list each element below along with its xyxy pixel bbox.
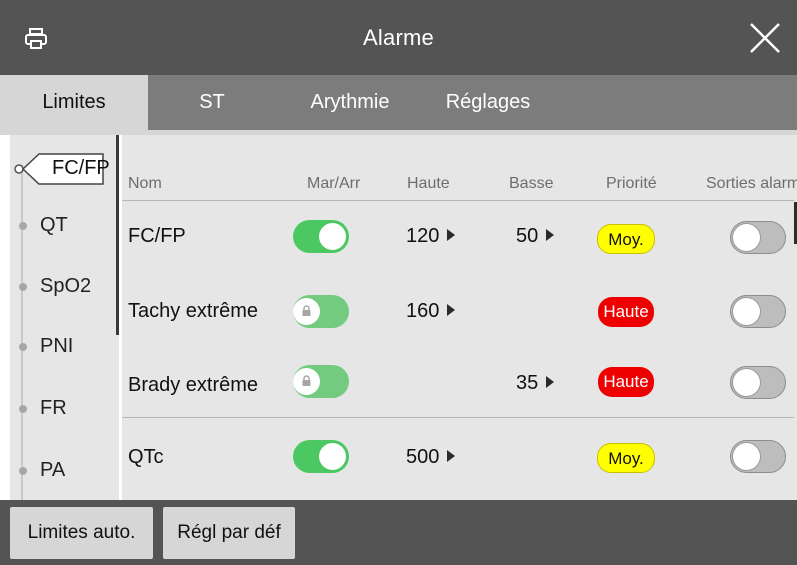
toggle-knob xyxy=(319,223,346,250)
lock-icon xyxy=(302,305,311,316)
onoff-toggle-locked[interactable] xyxy=(293,365,349,398)
sidebar-item-label: PA xyxy=(40,459,66,481)
sidebar-item-fc-fp[interactable]: FC/FP xyxy=(10,145,116,189)
column-header-name: Nom xyxy=(128,175,162,192)
sidebar-item-pa[interactable]: PA xyxy=(10,450,116,494)
priority-badge[interactable]: Haute xyxy=(598,297,654,327)
tab-limites[interactable]: Limites xyxy=(0,75,148,130)
toggle-knob xyxy=(293,368,320,395)
low-limit-value[interactable]: 35 xyxy=(516,372,555,395)
row-name: FC/FP xyxy=(128,225,186,247)
toggle-knob xyxy=(319,443,346,470)
sidebar-item-label: QT xyxy=(40,214,68,236)
column-header-onoff: Mar/Arr xyxy=(307,175,361,192)
sidebar-item-label: PNI xyxy=(40,335,74,357)
sidebar-item-spo2[interactable]: SpO2 xyxy=(10,266,116,310)
tab-bar: Limites ST Arythmie Réglages xyxy=(0,75,797,130)
arrow-right-icon xyxy=(546,375,555,388)
sidebar-item-label: FC/FP xyxy=(52,157,110,179)
tab-arythmie[interactable]: Arythmie xyxy=(295,75,405,130)
alarm-limits-table: Nom Mar/Arr Haute Basse Priorité Sorties… xyxy=(122,135,797,500)
toggle-knob xyxy=(733,298,760,325)
alarm-output-toggle[interactable] xyxy=(730,221,786,254)
bullet-icon xyxy=(19,222,27,230)
row-name: Brady extrême xyxy=(128,374,259,396)
arrow-right-icon xyxy=(447,228,456,241)
priority-badge[interactable]: Moy. xyxy=(597,443,655,473)
header-divider xyxy=(122,200,794,201)
high-limit-value[interactable]: 120 xyxy=(406,225,456,248)
tab-st[interactable]: ST xyxy=(172,75,252,130)
lock-icon xyxy=(302,375,311,386)
alarm-output-toggle[interactable] xyxy=(730,366,786,399)
section-divider xyxy=(122,417,794,418)
window-title: Alarme xyxy=(363,25,434,50)
parameter-list: FC/FP QT SpO2 PNI FR PA xyxy=(10,135,119,500)
close-icon[interactable] xyxy=(747,20,783,56)
onoff-toggle[interactable] xyxy=(293,440,349,473)
sidebar-item-fr[interactable]: FR xyxy=(10,388,116,432)
column-header-high: Haute xyxy=(407,175,450,192)
column-header-low: Basse xyxy=(509,175,554,192)
toggle-knob xyxy=(733,443,760,470)
row-name: QTc xyxy=(128,446,164,468)
column-header-priority: Priorité xyxy=(606,175,657,192)
default-settings-button[interactable]: Régl par déf xyxy=(163,507,295,559)
sidebar-item-label: SpO2 xyxy=(40,275,92,297)
arrow-right-icon xyxy=(546,228,555,241)
sidebar-item-pni[interactable]: PNI xyxy=(10,326,116,370)
bullet-icon xyxy=(19,467,27,475)
high-limit-value[interactable]: 500 xyxy=(406,446,456,469)
title-bar: Alarme xyxy=(0,0,797,75)
onoff-toggle[interactable] xyxy=(293,220,349,253)
bullet-icon xyxy=(19,283,27,291)
auto-limits-button[interactable]: Limites auto. xyxy=(10,507,153,559)
bottom-toolbar: Limites auto. Régl par déf xyxy=(0,500,797,565)
high-limit-value[interactable]: 160 xyxy=(406,300,456,323)
toggle-knob xyxy=(293,298,320,325)
bullet-icon xyxy=(19,405,27,413)
arrow-right-icon xyxy=(447,449,456,462)
column-header-outputs: Sorties alarme xyxy=(706,175,797,192)
toggle-knob xyxy=(733,224,760,251)
row-name: Tachy extrême xyxy=(128,300,259,322)
sidebar-item-label: FR xyxy=(40,397,67,419)
bullet-icon xyxy=(19,343,27,351)
sidebar-item-qt[interactable]: QT xyxy=(10,205,116,249)
alarm-output-toggle[interactable] xyxy=(730,440,786,473)
tab-reglages[interactable]: Réglages xyxy=(433,75,543,130)
arrow-right-icon xyxy=(447,303,456,316)
priority-badge[interactable]: Haute xyxy=(598,367,654,397)
toggle-knob xyxy=(733,369,760,396)
priority-badge[interactable]: Moy. xyxy=(597,224,655,254)
alarm-output-toggle[interactable] xyxy=(730,295,786,328)
low-limit-value[interactable]: 50 xyxy=(516,225,555,248)
onoff-toggle-locked[interactable] xyxy=(293,295,349,328)
